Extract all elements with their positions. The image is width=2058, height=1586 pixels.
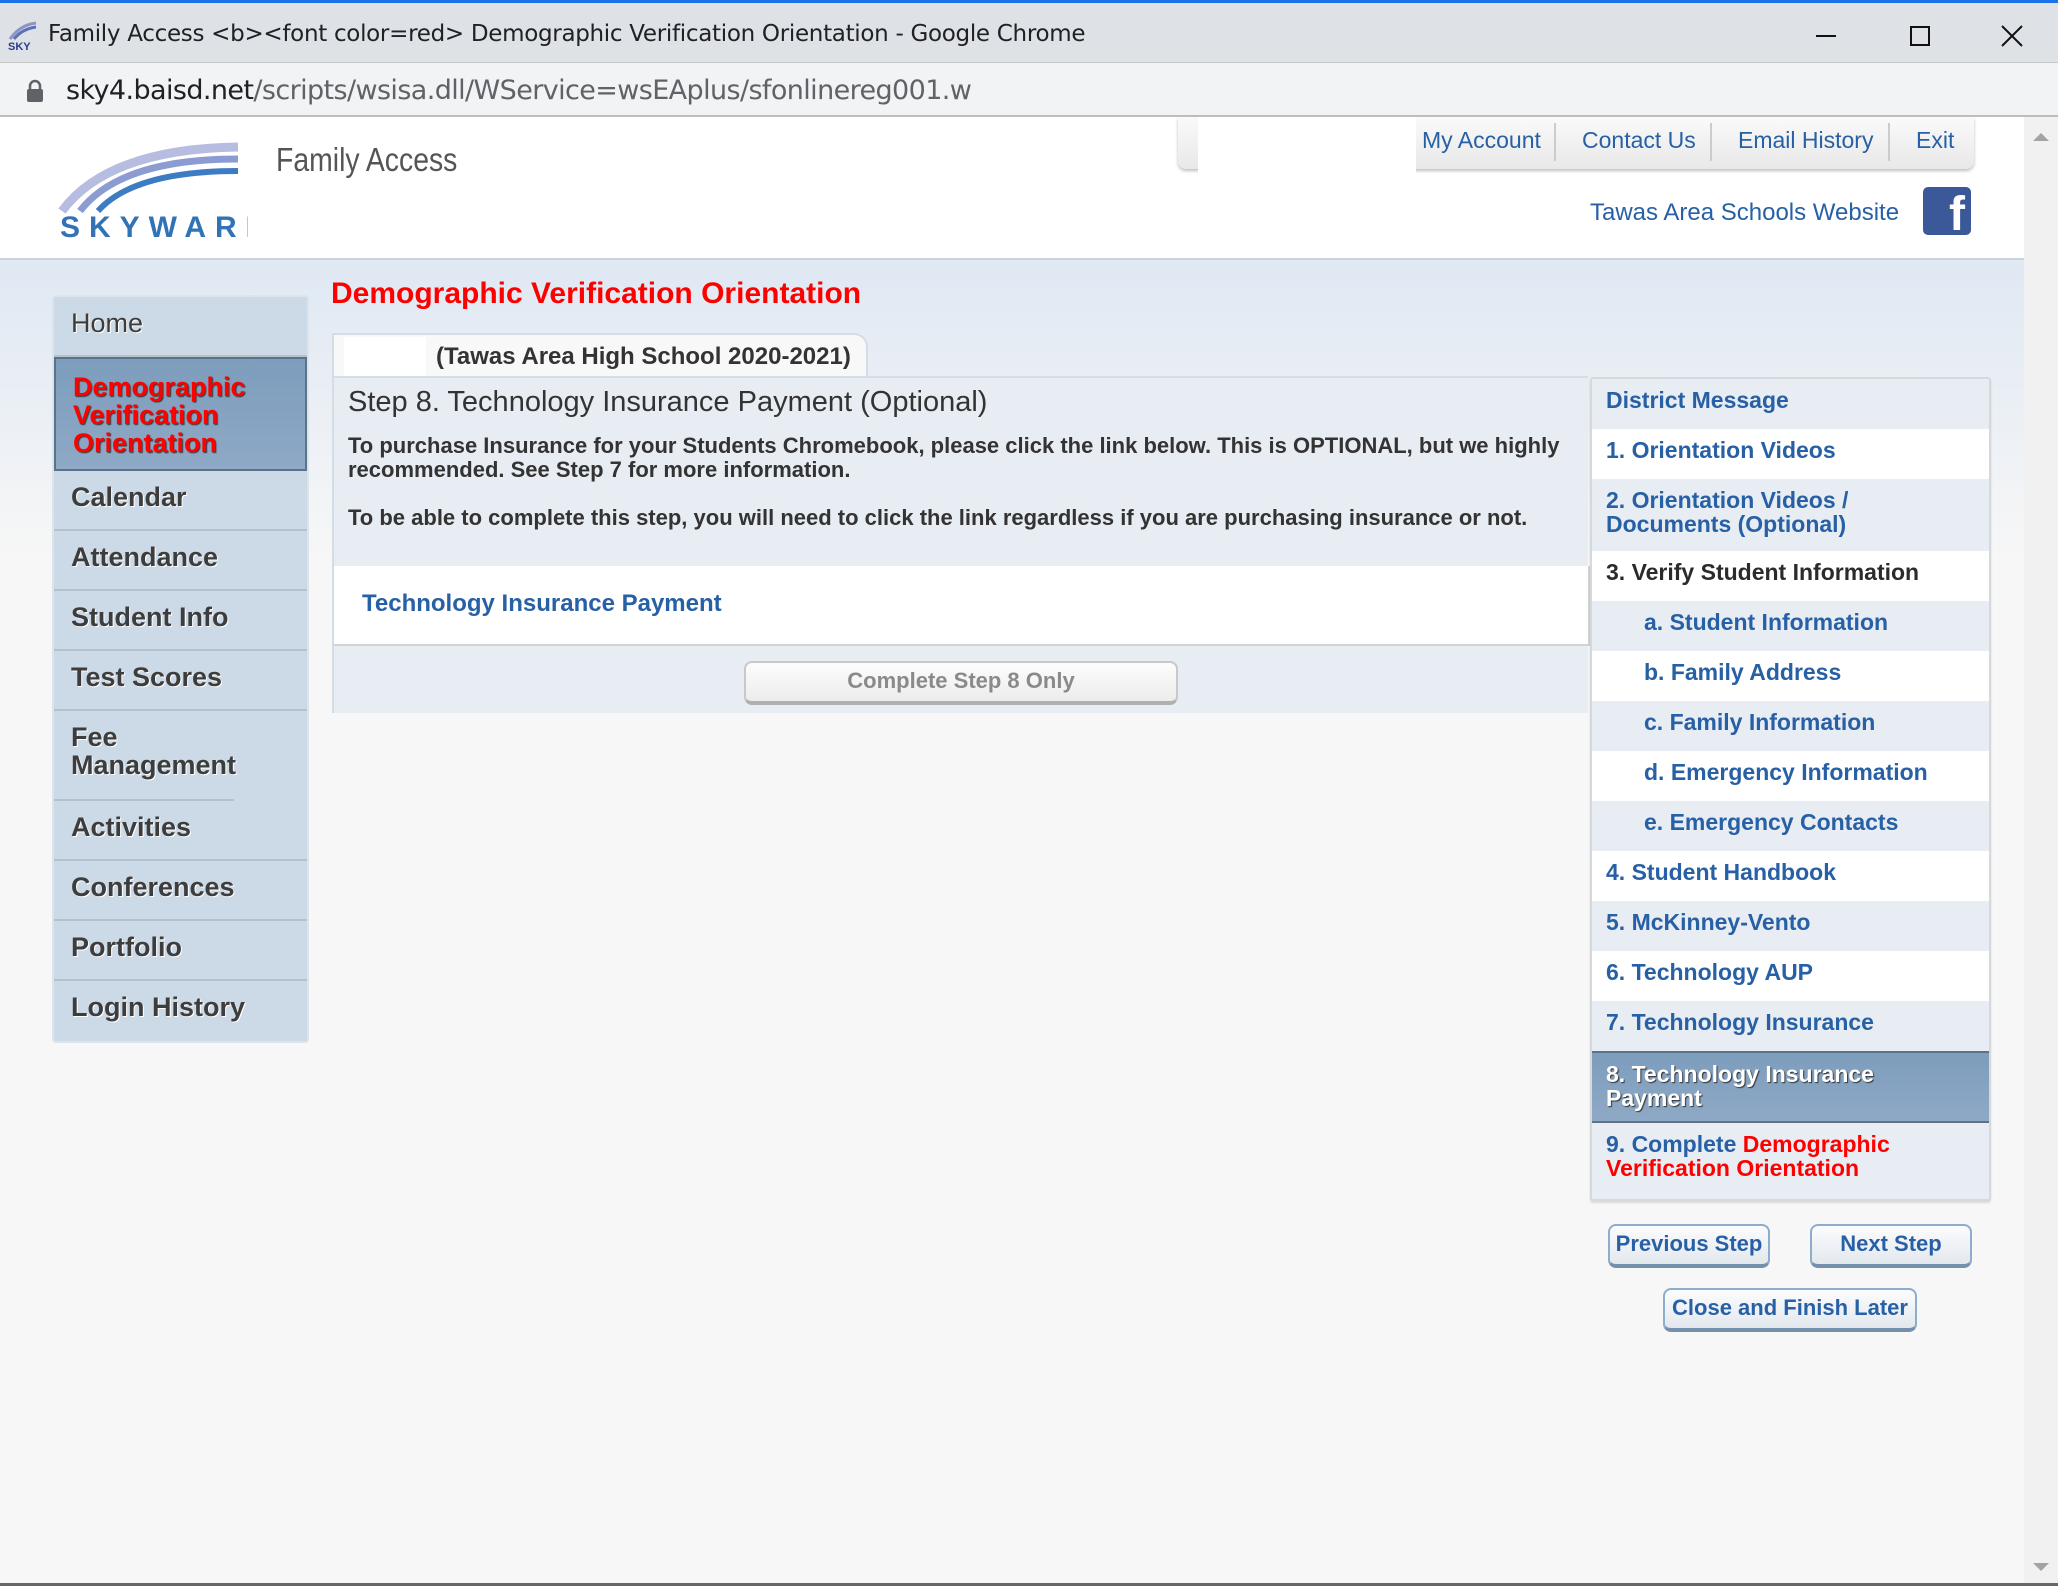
sidebar-item-attendance[interactable]: Attendance	[54, 531, 307, 591]
exit-link[interactable]: Exit	[1916, 127, 1954, 154]
sidebar-item-portfolio[interactable]: Portfolio	[54, 921, 307, 981]
sidebar-item-login-history[interactable]: Login History	[54, 981, 307, 1041]
close-window-button[interactable]	[1982, 11, 2042, 61]
step-item-2[interactable]: 2. Orientation Videos / Documents (Optio…	[1592, 479, 1892, 551]
scroll-down-arrow-icon[interactable]	[2033, 1563, 2049, 1571]
step-paragraph-2: To be able to complete this step, you wi…	[348, 505, 1528, 530]
step-item-3d[interactable]: d. Emergency Information	[1592, 751, 1989, 801]
url-text[interactable]: sky4.baisd.net/scripts/wsisa.dll/WServic…	[66, 75, 972, 106]
site-header: SKYWARD Family Access My Account Contact…	[0, 117, 2024, 260]
close-finish-later-button[interactable]: Close and Finish Later	[1663, 1288, 1917, 1332]
app-name: Family Access	[276, 141, 458, 178]
my-account-link[interactable]: My Account	[1422, 127, 1541, 154]
step-item-9[interactable]: 9. Complete Demographic Verification Ori…	[1592, 1123, 1989, 1199]
page-title: Demographic Verification Orientation	[331, 277, 862, 310]
window-title: Family Access <b><font color=red> Demogr…	[48, 21, 1086, 47]
skyward-logo[interactable]: SKYWARD	[58, 139, 248, 239]
minimize-button[interactable]	[1796, 11, 1856, 61]
complete-step-button[interactable]: Complete Step 8 Only	[744, 661, 1178, 705]
step-item-3b[interactable]: b. Family Address	[1592, 651, 1989, 701]
address-bar[interactable]: sky4.baisd.net/scripts/wsisa.dll/WServic…	[0, 62, 2058, 117]
step-item-3: 3. Verify Student Information	[1592, 551, 1989, 601]
link-box: Technology Insurance Payment	[334, 566, 1590, 646]
step-item-3c[interactable]: c. Family Information	[1592, 701, 1989, 751]
nav-separator	[1554, 123, 1556, 161]
nav-separator	[1888, 123, 1890, 161]
sidebar-item-student-info[interactable]: Student Info	[54, 591, 307, 651]
email-history-link[interactable]: Email History	[1738, 127, 1873, 154]
step-title: Step 8. Technology Insurance Payment (Op…	[348, 386, 988, 418]
minimize-icon	[1816, 35, 1836, 37]
close-icon	[2001, 25, 2023, 47]
sidebar-item-demographic-verification[interactable]: Demographic Verification Orientation	[54, 357, 307, 471]
step-paragraph-1: To purchase Insurance for your Students …	[348, 433, 1560, 482]
maximize-button[interactable]	[1890, 11, 1950, 61]
step-item-9-prefix: 9. Complete	[1606, 1131, 1743, 1157]
top-nav: My Account Contact Us Email History Exit	[1178, 117, 1974, 175]
step-item-3e[interactable]: e. Emergency Contacts	[1592, 801, 1989, 851]
sidebar-item-home[interactable]: Home	[54, 297, 307, 357]
step-item-5[interactable]: 5. McKinney-Vento	[1592, 901, 1989, 951]
step-item-7[interactable]: 7. Technology Insurance	[1592, 1001, 1989, 1051]
step-item-1[interactable]: 1. Orientation Videos	[1592, 429, 1989, 479]
url-path: /scripts/wsisa.dll/WService=wsEAplus/sfo…	[253, 75, 972, 106]
contact-us-link[interactable]: Contact Us	[1582, 127, 1696, 154]
sidebar-item-activities[interactable]: Activities	[54, 801, 307, 861]
lock-icon	[27, 79, 43, 102]
step-item-8-active[interactable]: 8. Technology Insurance Payment	[1592, 1051, 1989, 1123]
top-nav-blank	[1198, 117, 1416, 175]
previous-step-button[interactable]: Previous Step	[1608, 1224, 1770, 1268]
nav-separator	[1710, 123, 1712, 161]
url-host: sky4.baisd.net	[66, 75, 254, 106]
svg-text:SKY: SKY	[8, 41, 31, 51]
sidebar-item-test-scores[interactable]: Test Scores	[54, 651, 307, 711]
sidebar-item-conferences[interactable]: Conferences	[54, 861, 307, 921]
step-content: Step 8. Technology Insurance Payment (Op…	[332, 376, 1590, 713]
vertical-scrollbar[interactable]	[2024, 117, 2058, 1586]
school-tab-label: (Tawas Area High School 2020-2021)	[436, 343, 851, 370]
step-item-6[interactable]: 6. Technology AUP	[1592, 951, 1989, 1001]
tab-mask	[344, 337, 426, 377]
school-website-link[interactable]: Tawas Area Schools Website	[1590, 199, 1899, 227]
step-item-district-message[interactable]: District Message	[1592, 379, 1989, 429]
steps-panel: District Message 1. Orientation Videos 2…	[1590, 377, 1991, 1201]
scroll-up-arrow-icon[interactable]	[2033, 133, 2049, 141]
step-item-4[interactable]: 4. Student Handbook	[1592, 851, 1989, 901]
skyward-favicon-icon: SKY	[8, 21, 37, 51]
page-viewport: SKYWARD Family Access My Account Contact…	[0, 117, 2024, 1586]
browser-title-bar: SKY Family Access <b><font color=red> De…	[0, 0, 2058, 62]
school-tab[interactable]: (Tawas Area High School 2020-2021)	[332, 333, 868, 377]
sidebar-item-calendar[interactable]: Calendar	[54, 471, 307, 531]
technology-insurance-payment-link[interactable]: Technology Insurance Payment	[362, 590, 722, 618]
step-item-3a[interactable]: a. Student Information	[1592, 601, 1989, 651]
next-step-button[interactable]: Next Step	[1810, 1224, 1972, 1268]
maximize-icon	[1910, 26, 1930, 46]
sidebar-nav: Home Demographic Verification Orientatio…	[52, 295, 309, 1043]
sidebar-item-fee-management[interactable]: Fee Management	[54, 711, 236, 801]
logo-text: SKYWARD	[60, 211, 248, 239]
facebook-icon[interactable]: f	[1923, 187, 1971, 235]
